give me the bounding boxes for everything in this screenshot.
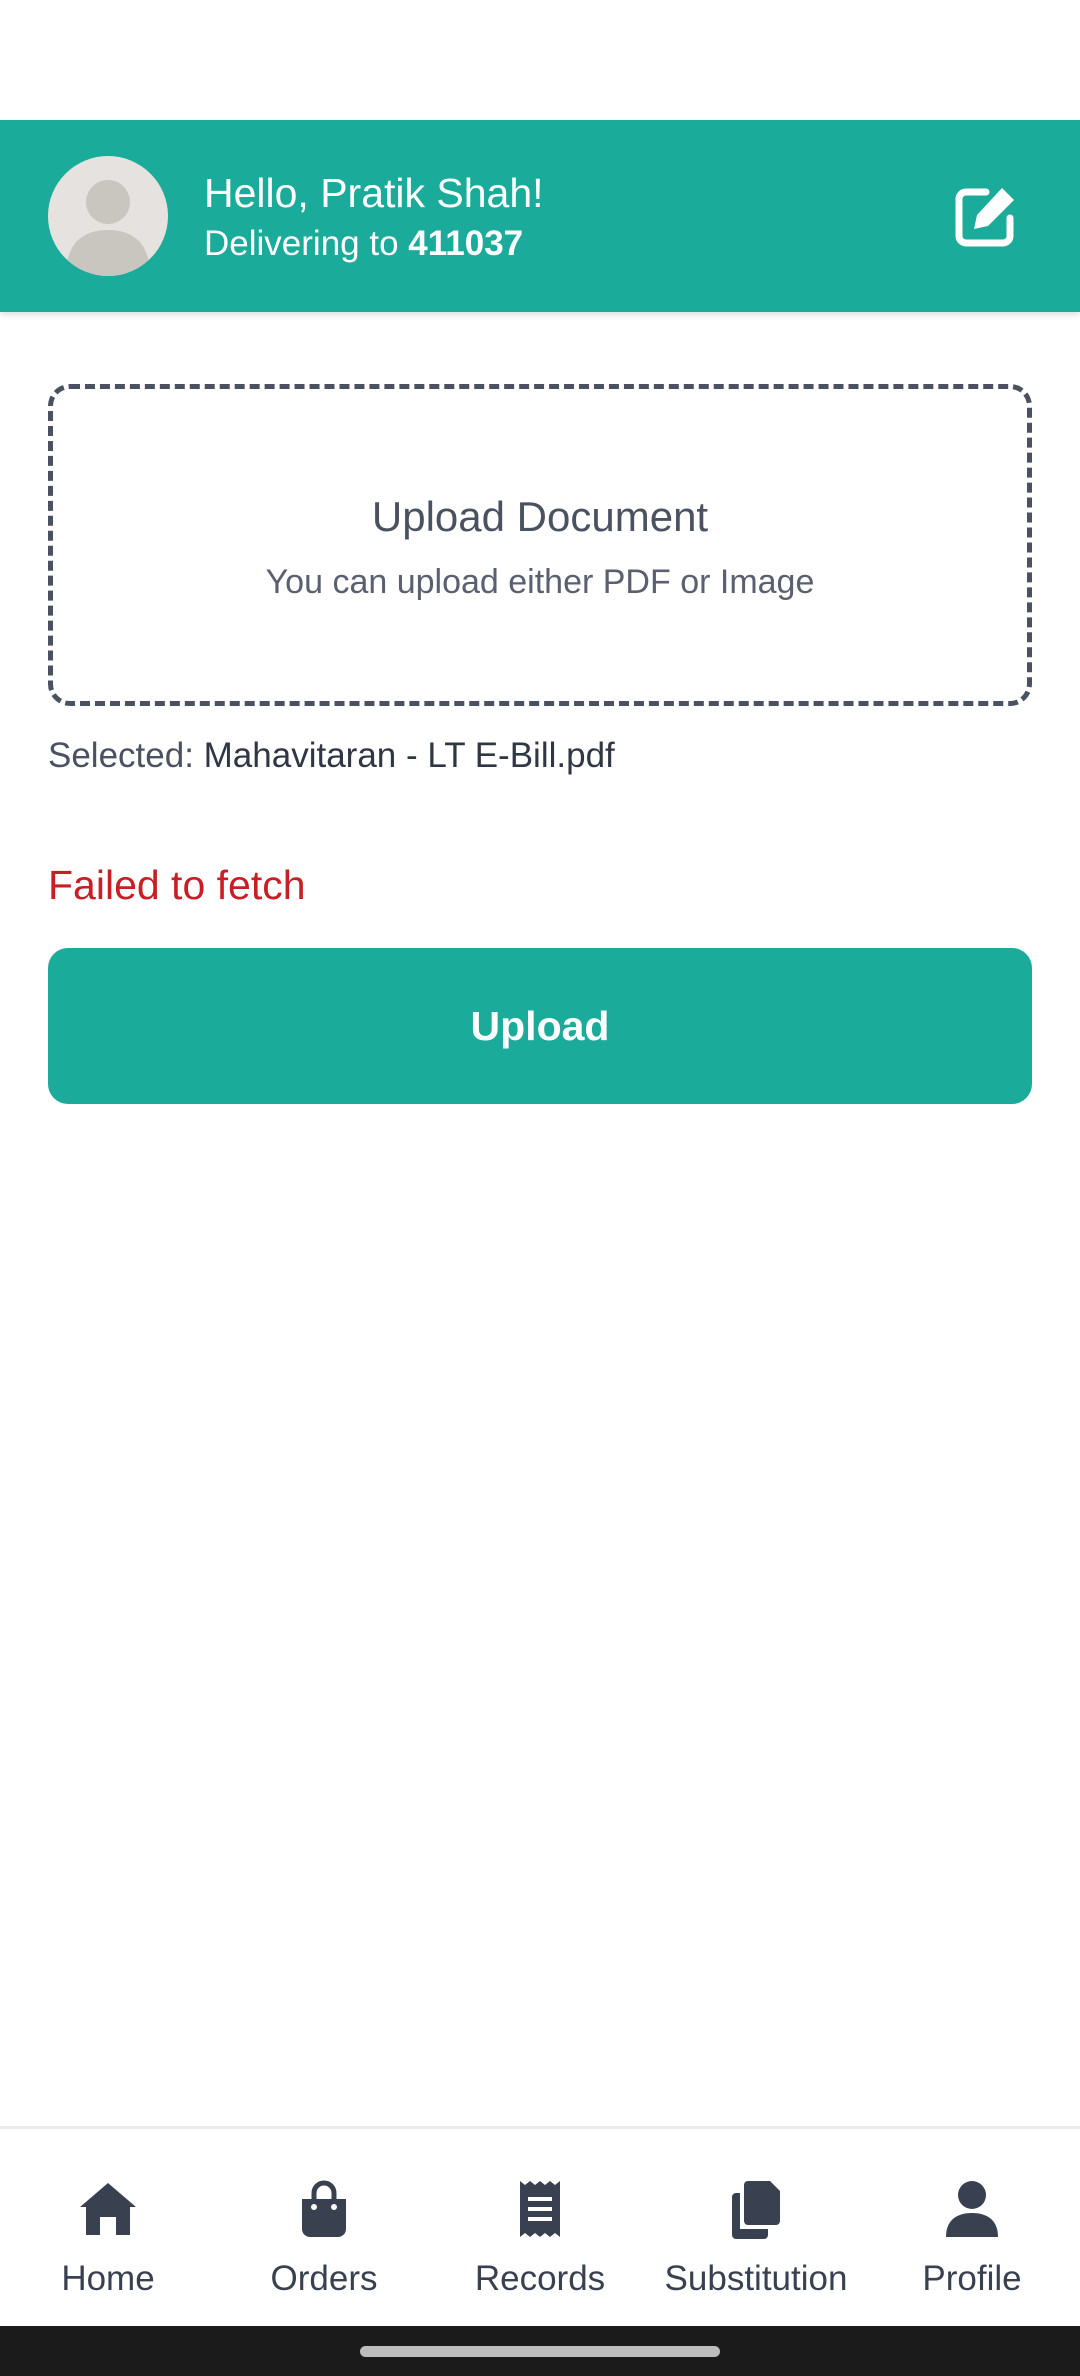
selected-file-name: Mahavitaran - LT E-Bill.pdf	[203, 736, 615, 775]
edit-icon	[955, 188, 1014, 247]
app-header: Hello, Pratik Shah! Delivering to 411037	[0, 120, 1080, 312]
status-bar	[0, 0, 1080, 120]
home-gesture-handle[interactable]	[360, 2346, 720, 2357]
delivery-location: Delivering to 411037	[204, 222, 523, 266]
nav-item-home[interactable]: Home	[0, 2129, 216, 2329]
delivering-label: Delivering to	[204, 224, 409, 263]
receipt-icon	[520, 2181, 560, 2237]
error-message: Failed to fetch	[48, 862, 306, 908]
nav-item-orders[interactable]: Orders	[216, 2129, 432, 2329]
nav-label: Records	[474, 2259, 606, 2298]
upload-subtitle: You can upload either PDF or Image	[265, 563, 815, 601]
nav-item-substitution[interactable]: Substitution	[648, 2129, 864, 2329]
nav-label: Substitution	[664, 2259, 848, 2298]
shopping-bag-icon	[302, 2180, 346, 2237]
nav-label: Home	[61, 2259, 155, 2298]
avatar[interactable]	[48, 156, 168, 276]
nav-label: Profile	[922, 2259, 1022, 2298]
bottom-navigation: Home Orders Records Substitution Profile	[0, 2126, 1080, 2329]
edit-location-button[interactable]	[952, 182, 1020, 250]
delivery-pincode: 411037	[408, 224, 524, 263]
selected-file: Selected: Mahavitaran - LT E-Bill.pdf	[48, 734, 615, 778]
selected-label: Selected:	[48, 736, 204, 775]
nav-item-records[interactable]: Records	[432, 2129, 648, 2329]
upload-button[interactable]: Upload	[48, 948, 1032, 1104]
system-navigation-bar	[0, 2326, 1080, 2376]
default-user-avatar-icon	[66, 180, 150, 276]
nav-label: Orders	[270, 2259, 378, 2298]
nav-item-profile[interactable]: Profile	[864, 2129, 1080, 2329]
upload-title: Upload Document	[371, 493, 709, 540]
copy-icon	[732, 2181, 780, 2239]
home-icon	[80, 2183, 136, 2235]
user-icon	[946, 2181, 998, 2237]
upload-dropzone[interactable]: Upload Document You can upload either PD…	[48, 384, 1032, 706]
greeting-text: Hello, Pratik Shah!	[204, 170, 544, 216]
